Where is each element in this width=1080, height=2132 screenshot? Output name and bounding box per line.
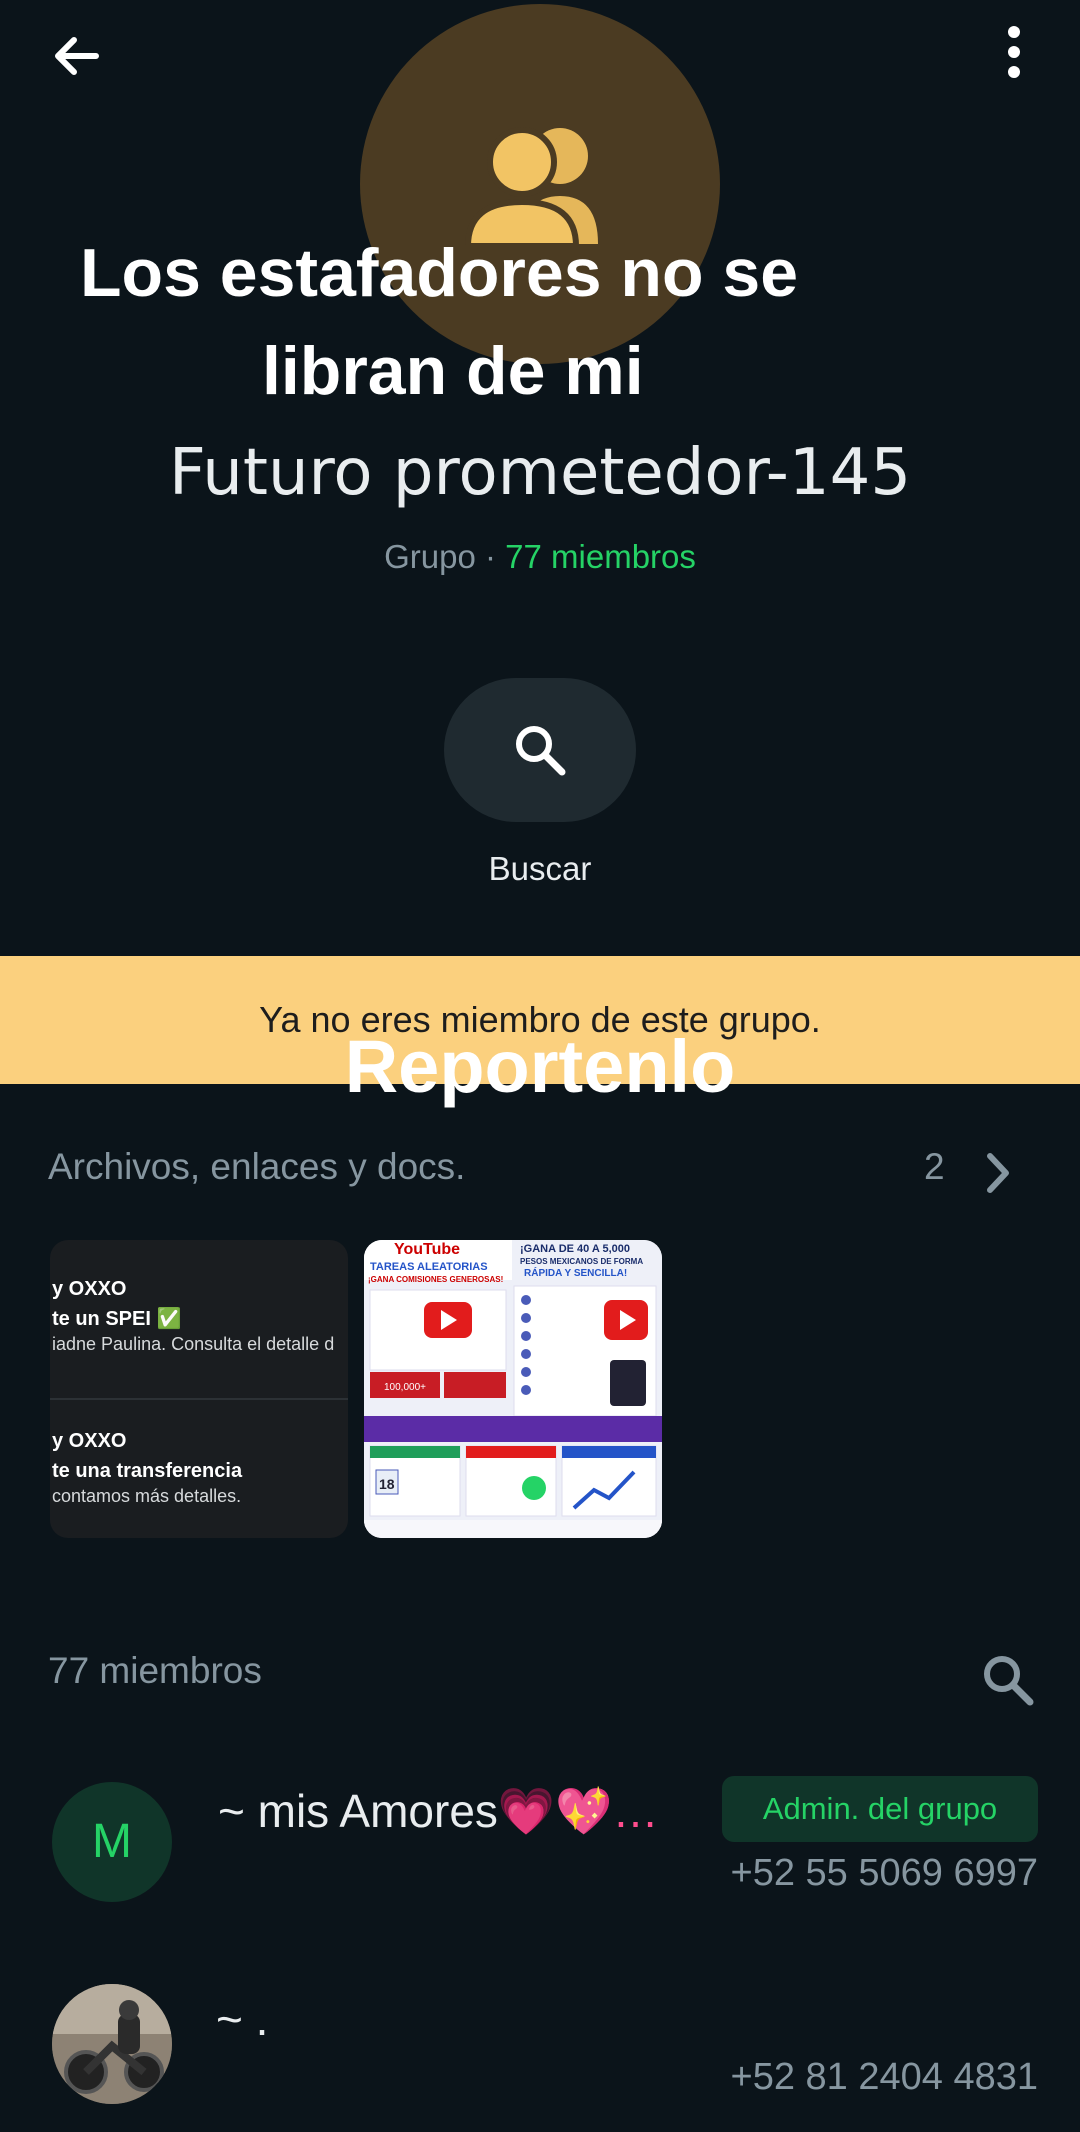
- more-options-button[interactable]: [988, 22, 1044, 86]
- search-button-label: Buscar: [488, 850, 592, 887]
- thumb-card-1: y OXXO te un SPEI ✅ iadne Paulina. Consu…: [50, 1274, 348, 1355]
- youtube-promo-image: YouTube TAREAS ALEATORIAS ¡GANA COMISION…: [364, 1240, 662, 1538]
- member-name-emoji: 💗💖…: [497, 1785, 659, 1837]
- thumb-card-1-sub: te un SPEI ✅: [52, 1308, 182, 1330]
- search-icon: [516, 726, 566, 776]
- files-section-title[interactable]: Archivos, enlaces y docs.: [48, 1146, 465, 1188]
- search-button[interactable]: [444, 678, 636, 822]
- promo-tareas-text: TAREAS ALEATORIAS: [370, 1261, 488, 1273]
- thumb-card-2-title: y OXXO: [52, 1430, 127, 1452]
- group-meta: Grupo · 77 miembros: [0, 538, 1080, 576]
- overlay-caption-2: Reportenlo: [344, 1025, 736, 1108]
- thumb-card-2: y OXXO te una transferencia contamos más…: [50, 1426, 348, 1507]
- thumb-divider: [50, 1398, 348, 1400]
- promo-day-text: 18: [379, 1476, 395, 1492]
- search-icon: [984, 1656, 1034, 1706]
- promo-comisiones-text: ¡GANA COMISIONES GENEROSAS!: [368, 1275, 503, 1284]
- group-members-link[interactable]: 77 miembros: [505, 538, 696, 575]
- member-name-text: ~ mis Amores: [218, 1785, 498, 1837]
- promo-pesos-text: PESOS MEXICANOS DE FORMA: [520, 1257, 643, 1266]
- group-type: Grupo: [384, 538, 476, 575]
- back-button[interactable]: [44, 26, 108, 90]
- admin-badge: Admin. del grupo: [722, 1776, 1038, 1842]
- member-phone: +52 55 5069 6997: [730, 1852, 1038, 1894]
- overlay-caption-line1: Los estafadores no se: [80, 235, 799, 311]
- chevron-right-icon: [987, 1153, 1009, 1193]
- group-name: Futuro prometedor-145: [168, 436, 912, 510]
- promo-gana-text: ¡GANA DE 40 A 5,000: [520, 1243, 630, 1255]
- promo-youtube-text: YouTube: [394, 1241, 460, 1258]
- arrow-left-icon: [55, 37, 99, 75]
- thumb-card-1-title: y OXXO: [52, 1278, 127, 1300]
- overlay-caption-line2: libran de mi: [262, 333, 644, 409]
- media-thumbnail-2[interactable]: YouTube TAREAS ALEATORIAS ¡GANA COMISION…: [364, 1240, 662, 1538]
- promo-stat-text: 100,000+: [384, 1382, 426, 1393]
- promo-rapida-text: RÁPIDA Y SENCILLA!: [524, 1266, 627, 1279]
- thumb-card-2-text: contamos más detalles.: [52, 1486, 242, 1506]
- files-count[interactable]: 2: [924, 1146, 945, 1188]
- member-name[interactable]: ~ .: [216, 1992, 268, 2046]
- member-phone: +52 81 2404 4831: [730, 2056, 1038, 2098]
- members-section-title: 77 miembros: [48, 1650, 262, 1691]
- thumb-card-1-text: iadne Paulina. Consulta el detalle d: [52, 1334, 335, 1354]
- member-name[interactable]: ~ mis Amores💗💖…: [218, 1784, 658, 1839]
- media-thumbnail-1[interactable]: y OXXO te un SPEI ✅ iadne Paulina. Consu…: [50, 1240, 348, 1538]
- members-search-button[interactable]: [980, 1652, 1036, 1708]
- meta-separator: ·: [484, 538, 496, 575]
- files-more-button[interactable]: [980, 1150, 1016, 1196]
- more-vert-icon: [1008, 26, 1020, 78]
- thumb-card-2-sub: te una transferencia: [52, 1460, 243, 1482]
